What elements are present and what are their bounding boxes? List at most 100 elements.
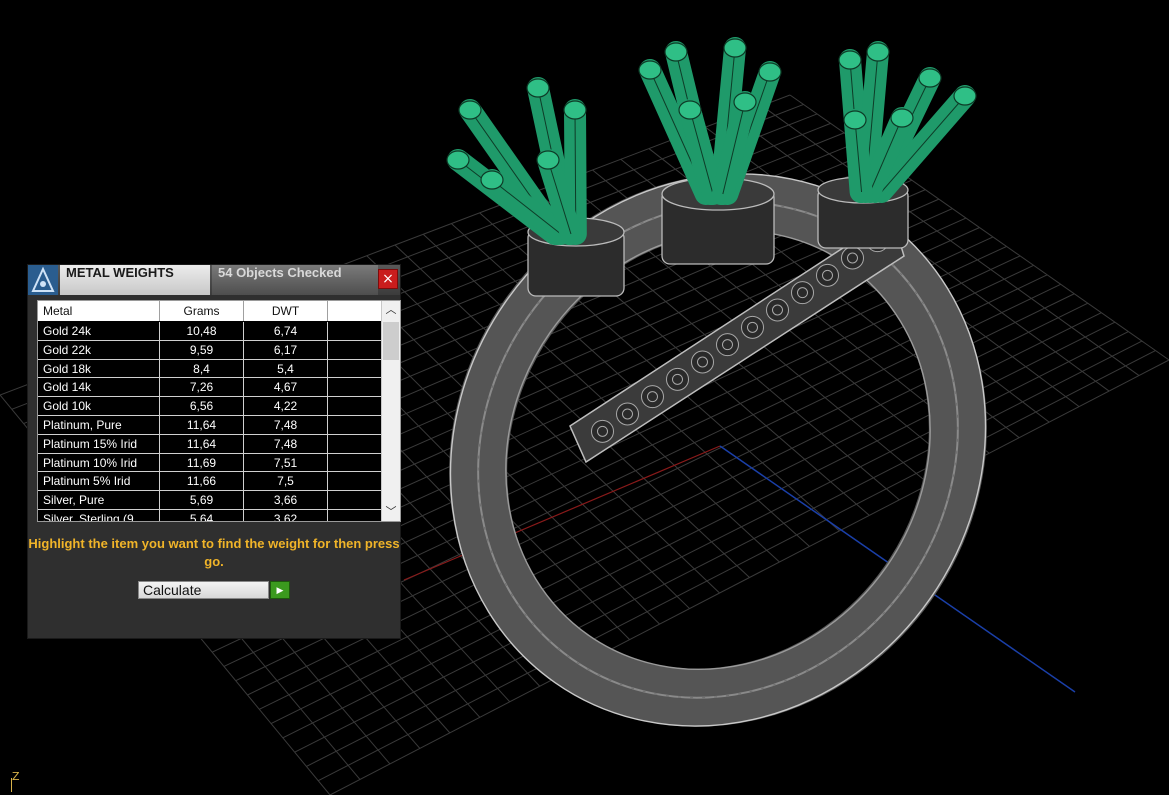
cell-empty bbox=[328, 454, 382, 472]
cell-empty bbox=[328, 322, 382, 340]
cell-metal: Silver, Pure bbox=[38, 491, 160, 509]
pave-stone-facet bbox=[622, 408, 633, 420]
cell-empty bbox=[328, 491, 382, 509]
prong-tip bbox=[758, 62, 782, 82]
column-header-empty bbox=[328, 301, 382, 321]
cell-dwt: 5,4 bbox=[244, 359, 328, 378]
prong-tip bbox=[953, 86, 977, 106]
cell-grams: 10,48 bbox=[160, 322, 244, 340]
cell-dwt: 7,51 bbox=[244, 453, 328, 472]
cell-grams: 11,64 bbox=[160, 415, 244, 434]
prong-tip bbox=[918, 68, 942, 88]
table-row[interactable]: Platinum 5% Irid 11,66 7,5 bbox=[38, 472, 382, 492]
pave-stone-facet bbox=[822, 269, 833, 281]
prong-tip bbox=[890, 108, 914, 128]
table-row[interactable]: Silver, Sterling (9 5,64 3,62 bbox=[38, 509, 382, 521]
prong-tip bbox=[678, 100, 702, 120]
pave-stone-facet bbox=[797, 287, 808, 299]
cell-dwt: 7,48 bbox=[244, 415, 328, 434]
pave-stone-facet bbox=[672, 373, 683, 385]
prong-tip bbox=[664, 42, 688, 62]
cell-dwt: 4,67 bbox=[244, 378, 328, 397]
cell-empty bbox=[328, 341, 382, 359]
pave-stone-facet bbox=[697, 356, 708, 368]
cell-dwt: 6,17 bbox=[244, 340, 328, 359]
column-header-dwt[interactable]: DWT bbox=[244, 301, 328, 321]
metal-weights-app-icon bbox=[28, 265, 58, 295]
column-header-grams[interactable]: Grams bbox=[160, 301, 244, 321]
table-row[interactable]: Gold 18k 8,4 5,4 bbox=[38, 359, 382, 379]
cell-metal: Platinum, Pure bbox=[38, 415, 160, 434]
cell-dwt: 4,22 bbox=[244, 397, 328, 415]
cell-grams: 11,66 bbox=[160, 472, 244, 491]
cell-grams: 11,69 bbox=[160, 453, 244, 472]
metal-weights-table[interactable]: Metal Grams DWT Gold 24k 10,48 6,74 Gold 2… bbox=[37, 300, 401, 522]
pave-stone-facet bbox=[647, 391, 658, 403]
cell-grams: 9,59 bbox=[160, 340, 244, 359]
cell-empty bbox=[328, 472, 382, 490]
table-row[interactable]: Gold 24k 10,48 6,74 bbox=[38, 322, 382, 341]
chevron-down-icon[interactable]: ﹀ bbox=[382, 503, 400, 521]
pave-stone-facet bbox=[722, 339, 733, 351]
prong-tip bbox=[458, 100, 482, 120]
prong-tip bbox=[536, 150, 560, 170]
table-row[interactable]: Platinum 10% Irid 11,69 7,51 bbox=[38, 453, 382, 473]
cell-grams: 5,64 bbox=[160, 509, 244, 521]
table-row[interactable]: Platinum, Pure 11,64 7,48 bbox=[38, 415, 382, 435]
cell-empty bbox=[328, 360, 382, 378]
cell-empty bbox=[328, 378, 382, 396]
prong-tip bbox=[638, 60, 662, 80]
cell-metal: Gold 10k bbox=[38, 397, 160, 415]
cell-dwt: 6,74 bbox=[244, 322, 328, 340]
instruction-text: Highlight the item you want to find the … bbox=[28, 536, 400, 569]
scrollbar-thumb[interactable] bbox=[383, 322, 399, 360]
z-axis-label: Z bbox=[12, 770, 20, 783]
prong-tip bbox=[723, 38, 747, 58]
table-row[interactable]: Gold 10k 6,56 4,22 bbox=[38, 397, 382, 416]
prong-tip bbox=[526, 78, 550, 98]
table-header: Metal Grams DWT bbox=[38, 301, 382, 321]
play-icon[interactable]: ▶ bbox=[270, 581, 290, 599]
panel-titlebar[interactable]: METAL WEIGHTS 54 Objects Checked × bbox=[28, 265, 400, 295]
cell-metal: Platinum 10% Irid bbox=[38, 453, 160, 472]
cell-metal: Silver, Sterling (9 bbox=[38, 509, 160, 521]
cell-grams: 7,26 bbox=[160, 378, 244, 397]
prong-tip bbox=[838, 50, 862, 70]
cell-empty bbox=[328, 416, 382, 434]
objects-checked-status: 54 Objects Checked bbox=[212, 265, 378, 295]
cell-metal: Platinum 15% Irid bbox=[38, 434, 160, 453]
prong-tip bbox=[733, 92, 757, 112]
cell-empty bbox=[328, 397, 382, 415]
cell-dwt: 7,48 bbox=[244, 434, 328, 453]
table-body: Gold 24k 10,48 6,74 Gold 22k 9,59 6,17 Gold … bbox=[38, 322, 382, 521]
cell-grams: 11,64 bbox=[160, 434, 244, 453]
prong-tip bbox=[866, 42, 890, 62]
prong-tip bbox=[446, 150, 470, 170]
pave-stone-facet bbox=[747, 321, 758, 333]
tab-metal-weights[interactable]: METAL WEIGHTS bbox=[60, 265, 210, 295]
table-row[interactable]: Gold 14k 7,26 4,67 bbox=[38, 378, 382, 398]
table-row[interactable]: Gold 22k 9,59 6,17 bbox=[38, 340, 382, 360]
pave-stone-facet bbox=[597, 425, 608, 437]
close-icon[interactable]: × bbox=[378, 269, 398, 289]
prong-tip bbox=[563, 100, 587, 120]
table-scrollbar[interactable]: ︿ ﹀ bbox=[381, 301, 400, 521]
z-axis-marker bbox=[11, 778, 12, 792]
chevron-up-icon[interactable]: ︿ bbox=[382, 301, 400, 319]
cell-grams: 5,69 bbox=[160, 491, 244, 509]
column-header-metal[interactable]: Metal bbox=[38, 301, 160, 321]
pave-stone-facet bbox=[847, 252, 858, 264]
cell-grams: 8,4 bbox=[160, 359, 244, 378]
cell-dwt: 3,62 bbox=[244, 509, 328, 521]
table-row[interactable]: Platinum 15% Irid 11,64 7,48 bbox=[38, 434, 382, 454]
metal-weights-panel: METAL WEIGHTS 54 Objects Checked × Metal… bbox=[27, 264, 401, 639]
cell-empty bbox=[328, 510, 382, 521]
cell-empty bbox=[328, 435, 382, 453]
table-row[interactable]: Silver, Pure 5,69 3,66 bbox=[38, 491, 382, 510]
cell-metal: Gold 22k bbox=[38, 340, 160, 359]
cell-metal: Gold 14k bbox=[38, 378, 160, 397]
calculate-dropdown[interactable]: Calculate bbox=[138, 581, 269, 599]
cell-grams: 6,56 bbox=[160, 397, 244, 415]
prong-tip bbox=[843, 110, 867, 130]
pave-stone-facet bbox=[772, 304, 783, 316]
